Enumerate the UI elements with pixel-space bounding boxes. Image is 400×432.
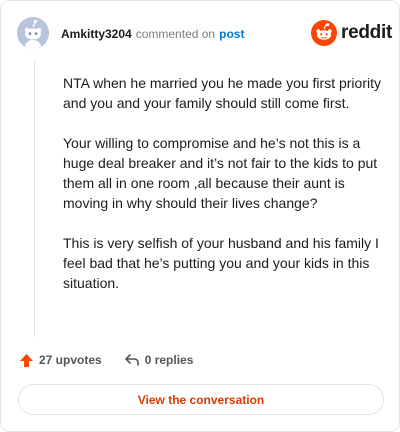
avatar[interactable] [17,17,49,49]
comment-paragraph: Your willing to compromise and he’s not … [63,135,378,211]
upvote-button[interactable]: 27 upvotes [19,353,102,368]
reddit-logo[interactable]: reddit [311,19,392,47]
reply-arrow-icon [124,354,139,366]
upvote-count: 27 upvotes [39,353,102,367]
snoo-avatar-icon [17,17,49,49]
comment-header: Amkitty3204 commented on post [61,25,244,43]
username[interactable]: Amkitty3204 [61,27,132,41]
action-text: commented on [135,27,216,41]
comment-paragraph: This is very selfish of your husband and… [63,235,379,291]
comment-actions: 27 upvotes 0 replies [19,350,193,370]
reply-button[interactable]: 0 replies [124,353,194,367]
reply-count: 0 replies [144,353,194,367]
thread-line [34,61,35,337]
upvote-arrow-icon [19,353,34,367]
reddit-snoo-icon [311,20,337,46]
post-link[interactable]: post [219,27,244,41]
comment-card: Amkitty3204 commented on post reddit NTA… [0,0,400,432]
view-conversation-button[interactable]: View the conversation [18,384,384,415]
comment-body: NTA when he married you he made you firs… [63,73,381,313]
reddit-wordmark: reddit [341,22,392,43]
comment-paragraph: NTA when he married you he made you firs… [63,75,381,111]
